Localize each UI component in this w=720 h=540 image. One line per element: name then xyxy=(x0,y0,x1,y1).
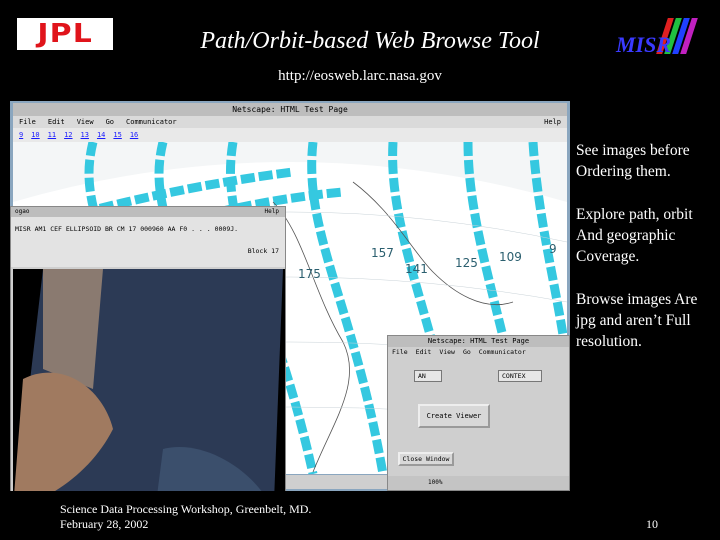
orbit-label: 109 xyxy=(499,250,522,264)
path-link[interactable]: 15 xyxy=(113,128,121,142)
viewer-menu-go[interactable]: Go xyxy=(463,347,471,357)
slide-title: Path/Orbit-based Web Browse Tool xyxy=(200,28,540,54)
path-link[interactable]: 9 xyxy=(19,128,23,142)
orbit-label: 141 xyxy=(405,262,428,276)
browse-image-graphic xyxy=(13,269,285,491)
close-window-button[interactable]: Close Window xyxy=(398,452,454,466)
camera-select[interactable]: AN xyxy=(414,370,442,382)
viewer-menu-file[interactable]: File xyxy=(392,347,408,357)
misr-logo: MISR xyxy=(610,18,700,62)
jpl-logo-text: JPL xyxy=(37,19,93,49)
menu-view[interactable]: View xyxy=(77,116,94,128)
browse-image-filename: MISR AM1 CEF ELLIPSOID BR CM 17 000960 A… xyxy=(15,225,239,233)
bullet-item: Explore path, orbit And geographic Cover… xyxy=(576,206,693,265)
path-link[interactable]: 14 xyxy=(97,128,105,142)
viewer-window-menubar: File Edit View Go Communicator xyxy=(388,347,569,357)
menu-help[interactable]: Help xyxy=(544,116,561,128)
path-link-bar: 9 10 11 12 13 14 15 16 xyxy=(13,128,567,142)
path-link[interactable]: 11 xyxy=(48,128,56,142)
footer-date: February 28, 2002 xyxy=(60,517,149,531)
viewer-control-window: Netscape: HTML Test Page File Edit View … xyxy=(387,335,570,491)
main-window-title: Netscape: HTML Test Page xyxy=(13,103,567,116)
browse-image-window: ogao Help MISR AM1 CEF ELLIPSOID BR CM 1… xyxy=(10,206,286,491)
viewer-menu-communicator[interactable]: Communicator xyxy=(479,347,526,357)
footer-info: Science Data Processing Workshop, Greenb… xyxy=(60,502,311,532)
menu-go[interactable]: Go xyxy=(106,116,114,128)
orbit-label: 9 xyxy=(549,242,557,256)
browse-tool-screenshot: Netscape: HTML Test Page File Edit View … xyxy=(10,101,570,491)
page-number: 10 xyxy=(646,517,658,531)
create-viewer-button[interactable]: Create Viewer xyxy=(418,404,490,428)
browse-image-block: Block 17 xyxy=(247,247,279,255)
bullet-item: Browse images Are jpg and aren’t Full re… xyxy=(576,291,698,350)
viewer-menu-view[interactable]: View xyxy=(439,347,455,357)
browse-image-info: MISR AM1 CEF ELLIPSOID BR CM 17 000960 A… xyxy=(11,217,285,267)
orbit-label: 125 xyxy=(455,256,478,270)
jpl-logo: JPL xyxy=(17,18,113,50)
footer-event: Science Data Processing Workshop, Greenb… xyxy=(60,502,312,516)
menu-file[interactable]: File xyxy=(19,116,36,128)
path-link[interactable]: 12 xyxy=(64,128,72,142)
misr-logo-text: MISR xyxy=(616,32,672,57)
menu-edit[interactable]: Edit xyxy=(48,116,65,128)
orbit-label: 157 xyxy=(371,246,394,260)
url-text: http://eosweb.larc.nasa.gov xyxy=(278,68,442,84)
browse-window-menubar: ogao Help xyxy=(11,207,285,217)
menu-communicator[interactable]: Communicator xyxy=(126,116,177,128)
product-select[interactable]: CONTEX xyxy=(498,370,542,382)
path-link[interactable]: 16 xyxy=(130,128,138,142)
orbit-label: 175 xyxy=(298,267,321,281)
bullet-list: See images before Ordering them. Explore… xyxy=(576,140,720,374)
viewer-menu-edit[interactable]: Edit xyxy=(416,347,432,357)
bullet-item: See images before Ordering them. xyxy=(576,142,690,180)
browse-image[interactable] xyxy=(13,269,285,491)
viewer-window-title: Netscape: HTML Test Page xyxy=(388,336,569,347)
viewer-status-bar: 100% xyxy=(388,476,569,490)
path-link[interactable]: 10 xyxy=(31,128,39,142)
browse-window-help[interactable]: Help xyxy=(265,207,279,217)
path-link[interactable]: 13 xyxy=(81,128,89,142)
main-menubar: File Edit View Go Communicator Help xyxy=(13,116,567,128)
browse-window-menu[interactable]: ogao xyxy=(15,207,29,217)
